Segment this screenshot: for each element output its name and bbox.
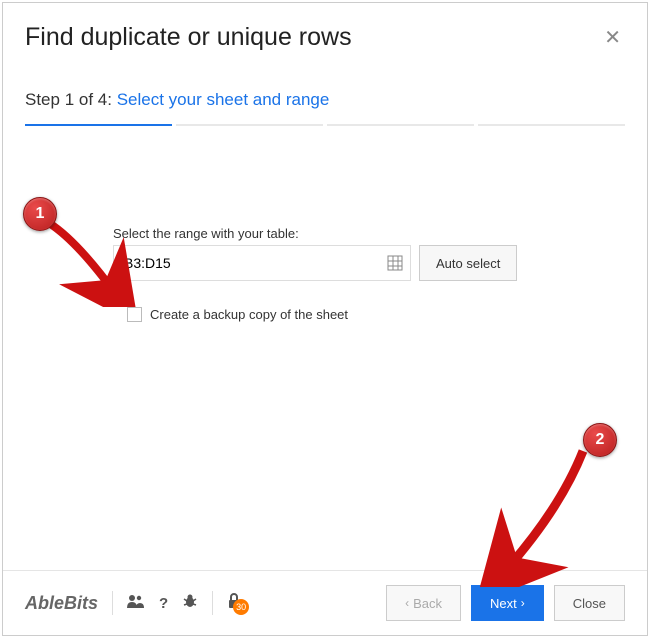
range-label: Select the range with your table:	[113, 226, 625, 241]
backup-checkbox[interactable]	[127, 307, 142, 322]
footer-divider	[112, 591, 113, 615]
footer-divider-2	[212, 591, 213, 615]
chevron-left-icon: ‹	[405, 596, 409, 610]
users-icon[interactable]	[127, 594, 145, 612]
backup-label: Create a backup copy of the sheet	[150, 307, 348, 322]
range-input-wrap	[113, 245, 411, 281]
annotation-callout-2: 2	[583, 423, 617, 457]
help-icon[interactable]: ?	[159, 595, 168, 612]
step-indicator: Step 1 of 4: Select your sheet and range	[3, 64, 647, 118]
footer-buttons: ‹ Back Next › Close	[386, 585, 625, 621]
dialog-title: Find duplicate or unique rows	[25, 23, 352, 52]
range-input-row: Auto select	[113, 245, 625, 281]
back-label: Back	[413, 596, 442, 611]
next-label: Next	[490, 596, 517, 611]
annotation-callout-1: 1	[23, 197, 57, 231]
lock-icon[interactable]: 30	[227, 593, 241, 613]
footer-left: AbleBits ? 30	[25, 591, 241, 615]
annotation-arrow-2	[465, 439, 595, 587]
close-icon[interactable]: ✕	[600, 21, 625, 54]
close-button[interactable]: Close	[554, 585, 625, 621]
range-input[interactable]	[113, 245, 411, 281]
auto-select-button[interactable]: Auto select	[419, 245, 517, 281]
step-link[interactable]: Select your sheet and range	[117, 90, 330, 109]
lock-badge-count: 30	[233, 599, 249, 615]
ablebits-logo[interactable]: AbleBits	[25, 593, 98, 614]
dialog-header: Find duplicate or unique rows ✕	[3, 3, 647, 64]
step-prefix: Step 1 of 4:	[25, 90, 117, 109]
chevron-right-icon: ›	[521, 596, 525, 610]
back-button[interactable]: ‹ Back	[386, 585, 461, 621]
bug-icon[interactable]	[182, 593, 198, 613]
next-button[interactable]: Next ›	[471, 585, 544, 621]
grid-select-icon[interactable]	[387, 255, 403, 271]
backup-checkbox-row: Create a backup copy of the sheet	[127, 307, 625, 322]
